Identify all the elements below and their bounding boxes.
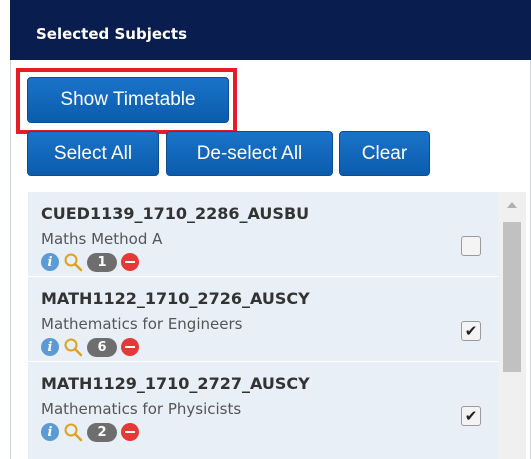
scrollbar-thumb[interactable] <box>503 222 521 372</box>
remove-icon[interactable] <box>121 423 139 441</box>
subject-checkbox[interactable]: ✔ <box>461 406 481 426</box>
panel-title: Selected Subjects <box>36 25 188 43</box>
subject-item: MATH1122_1710_2726_AUSCY Mathematics for… <box>28 277 498 361</box>
subject-name: Mathematics for Physicists <box>41 400 242 418</box>
vertical-scrollbar[interactable] <box>498 192 526 459</box>
checkmark-icon: ✔ <box>464 406 478 425</box>
count-badge: 2 <box>87 422 117 442</box>
select-all-button[interactable]: Select All <box>27 131 159 176</box>
clear-button[interactable]: Clear <box>339 131 430 176</box>
subject-list: CUED1139_1710_2286_AUSBU Maths Method A … <box>28 192 526 459</box>
highlight-box <box>16 68 237 134</box>
info-icon[interactable]: i <box>41 253 59 271</box>
info-icon[interactable]: i <box>41 338 59 356</box>
magnifier-icon[interactable] <box>63 252 83 272</box>
subject-code: MATH1129_1710_2727_AUSCY <box>41 374 310 393</box>
count-badge: 1 <box>87 252 117 272</box>
panel-left-border <box>10 60 11 459</box>
deselect-all-button[interactable]: De-select All <box>166 131 333 176</box>
info-icon[interactable]: i <box>41 423 59 441</box>
subject-checkbox[interactable]: ✔ <box>461 321 481 341</box>
subject-name: Maths Method A <box>41 230 163 248</box>
panel-header: Selected Subjects <box>10 0 531 60</box>
magnifier-icon[interactable] <box>63 422 83 442</box>
subject-code: CUED1139_1710_2286_AUSBU <box>41 204 310 223</box>
subject-checkbox[interactable] <box>461 236 481 256</box>
magnifier-icon[interactable] <box>63 337 83 357</box>
subject-name: Mathematics for Engineers <box>41 315 243 333</box>
scroll-up-arrow-icon[interactable] <box>507 202 517 208</box>
checkmark-icon: ✔ <box>464 321 478 340</box>
subject-code: MATH1122_1710_2726_AUSCY <box>41 289 310 308</box>
remove-icon[interactable] <box>121 338 139 356</box>
remove-icon[interactable] <box>121 253 139 271</box>
subject-item: CUED1139_1710_2286_AUSBU Maths Method A … <box>28 192 498 276</box>
subject-item: MATH1129_1710_2727_AUSCY Mathematics for… <box>28 362 498 446</box>
count-badge: 6 <box>87 337 117 357</box>
